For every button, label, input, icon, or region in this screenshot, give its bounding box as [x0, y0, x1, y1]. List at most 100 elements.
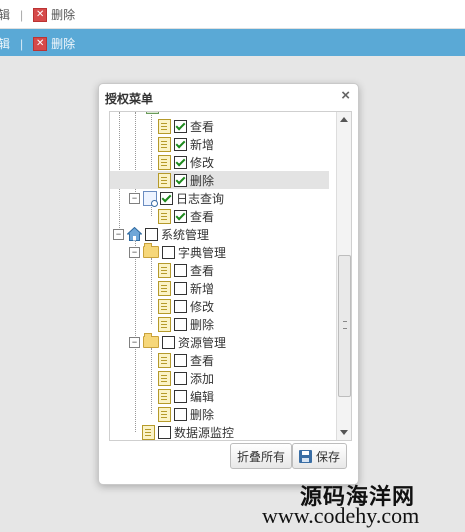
- node-checkbox[interactable]: [174, 155, 187, 169]
- watermark-url: www.codehy.com: [262, 503, 420, 528]
- file-icon: [158, 406, 171, 422]
- tree-node-modify[interactable]: 修改: [158, 153, 214, 171]
- collapse-all-label: 折叠所有: [237, 449, 286, 464]
- node-checkbox[interactable]: [174, 137, 187, 151]
- edit-button-partial[interactable]: 辑: [0, 6, 10, 23]
- node-label: 查看: [190, 263, 215, 278]
- node-checkbox[interactable]: [174, 281, 187, 295]
- edit-button-partial[interactable]: 辑: [0, 35, 10, 52]
- file-icon: [158, 154, 171, 170]
- tree-node-view[interactable]: 查看: [158, 117, 214, 135]
- node-checkbox[interactable]: [174, 371, 187, 385]
- node-checkbox[interactable]: [174, 173, 187, 187]
- node-label: 查看: [190, 209, 215, 224]
- file-icon: [158, 352, 171, 368]
- node-label: 删除: [190, 407, 215, 422]
- file-icon: [158, 280, 171, 296]
- node-checkbox[interactable]: [174, 317, 187, 331]
- toolbar-row-selected: 辑 | ✕ 删除: [0, 29, 465, 56]
- tree-scrollbar[interactable]: [336, 112, 351, 440]
- collapse-toggle[interactable]: −: [129, 336, 140, 348]
- tree-node-edit[interactable]: 编辑: [158, 387, 214, 405]
- file-icon: [142, 424, 155, 440]
- file-icon: [158, 262, 171, 278]
- node-checkbox[interactable]: [174, 209, 187, 223]
- tree-node-datasource[interactable]: 数据源监控: [142, 423, 235, 440]
- scroll-thumb[interactable]: [338, 255, 351, 397]
- node-label: 删除: [190, 317, 215, 332]
- file-icon: [158, 316, 171, 332]
- node-checkbox[interactable]: [162, 245, 175, 259]
- node-checkbox[interactable]: [174, 389, 187, 403]
- node-label: 编辑: [190, 389, 215, 404]
- file-icon: [158, 136, 171, 152]
- node-label: 删除: [190, 173, 215, 188]
- save-button[interactable]: 保存: [292, 443, 348, 469]
- node-checkbox[interactable]: [174, 299, 187, 313]
- tree-node-partial: [146, 112, 159, 115]
- file-icon: [158, 118, 171, 134]
- tree-node-log-query[interactable]: − 日志查询: [129, 189, 224, 207]
- collapse-all-button[interactable]: 折叠所有: [230, 443, 293, 469]
- tree-node-view[interactable]: 查看: [158, 207, 214, 225]
- node-label: 资源管理: [178, 335, 227, 350]
- node-label: 新增: [190, 281, 215, 296]
- node-checkbox[interactable]: [174, 353, 187, 367]
- authorize-menu-dialog: 授权菜单 × 查看 新增 修改 删除 − 日志查询 查看 − 系统管理 − 字典…: [98, 83, 359, 485]
- save-icon: [299, 449, 312, 463]
- tree-node-view[interactable]: 查看: [158, 351, 214, 369]
- tree-node-modify[interactable]: 修改: [158, 297, 214, 315]
- close-icon[interactable]: ×: [341, 87, 350, 104]
- node-label: 新增: [190, 137, 215, 152]
- delete-icon: ✕: [33, 7, 48, 22]
- node-checkbox[interactable]: [174, 407, 187, 421]
- tree-node-delete-selected[interactable]: 删除: [110, 171, 329, 189]
- node-checkbox[interactable]: [162, 335, 175, 349]
- file-icon: [158, 388, 171, 404]
- toolbar-separator: |: [20, 36, 24, 51]
- toolbar-row: 辑 | ✕ 删除: [0, 0, 465, 29]
- node-checkbox[interactable]: [160, 191, 173, 205]
- tree-node-dict[interactable]: − 字典管理: [129, 243, 226, 261]
- node-label: 字典管理: [178, 245, 227, 260]
- file-icon: [146, 112, 159, 114]
- node-checkbox[interactable]: [145, 227, 158, 241]
- node-label: 日志查询: [176, 191, 225, 206]
- node-label: 系统管理: [161, 227, 210, 242]
- node-label: 添加: [190, 371, 215, 386]
- toolbar-separator: |: [20, 7, 24, 22]
- log-search-icon: [143, 190, 158, 207]
- file-icon: [158, 172, 171, 188]
- grip-icon: [343, 321, 347, 329]
- save-label: 保存: [316, 449, 341, 464]
- node-checkbox[interactable]: [174, 263, 187, 277]
- tree-node-delete[interactable]: 删除: [158, 315, 214, 333]
- tree-node-add[interactable]: 新增: [158, 279, 214, 297]
- tree-node-delete[interactable]: 删除: [158, 405, 214, 423]
- node-checkbox[interactable]: [158, 425, 171, 439]
- collapse-toggle[interactable]: −: [113, 228, 124, 240]
- home-icon: [127, 227, 142, 241]
- delete-button[interactable]: 删除: [51, 6, 75, 23]
- node-label: 修改: [190, 155, 215, 170]
- file-icon: [158, 298, 171, 314]
- toolbar: 辑 | ✕ 删除: [0, 6, 75, 23]
- tree-node-resource[interactable]: − 资源管理: [129, 333, 226, 351]
- node-checkbox[interactable]: [174, 119, 187, 133]
- dialog-title: 授权菜单: [105, 92, 154, 106]
- tree-node-add[interactable]: 新增: [158, 135, 214, 153]
- file-icon: [158, 370, 171, 386]
- scroll-up-icon[interactable]: [340, 117, 348, 122]
- node-label: 数据源监控: [174, 425, 235, 440]
- tree-node-view[interactable]: 查看: [158, 261, 214, 279]
- collapse-toggle[interactable]: −: [129, 246, 140, 258]
- file-icon: [158, 208, 171, 224]
- tree-node-system[interactable]: − 系统管理: [113, 225, 209, 243]
- delete-button[interactable]: 删除: [51, 35, 75, 52]
- scroll-down-icon[interactable]: [340, 430, 348, 435]
- node-label: 修改: [190, 299, 215, 314]
- tree-node-add2[interactable]: 添加: [158, 369, 214, 387]
- collapse-toggle[interactable]: −: [129, 192, 140, 204]
- delete-icon: ✕: [33, 36, 48, 51]
- tree-line: [151, 258, 152, 324]
